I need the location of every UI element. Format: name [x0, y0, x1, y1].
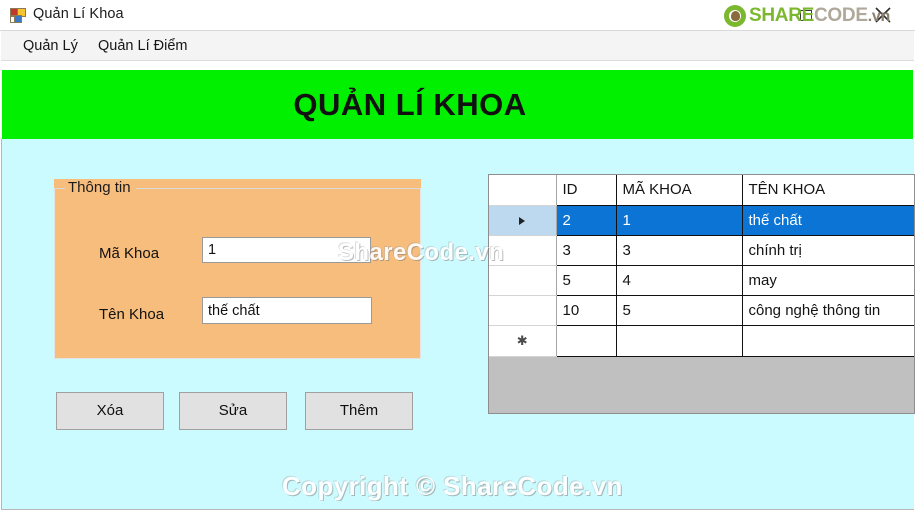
row-selector[interactable]	[489, 295, 557, 326]
ma-khoa-input[interactable]	[202, 237, 371, 263]
table-row[interactable]: 5 4 may	[489, 265, 914, 296]
column-header-id[interactable]: ID	[556, 175, 617, 206]
row-selector-new[interactable]: ✱	[489, 325, 557, 357]
page-title: QUẢN LÍ KHOA	[293, 86, 527, 122]
data-grid-body: 2 1 thế chất 3 3 chính trị 5 4 may 10 5 …	[489, 205, 914, 357]
xoa-button[interactable]: Xóa	[56, 392, 164, 430]
maximize-icon[interactable]	[800, 10, 812, 21]
menu-item-quan-li-diem[interactable]: Quản Lí Điểm	[94, 37, 191, 55]
groupbox-legend: Thông tin	[65, 179, 136, 196]
groupbox-border	[54, 188, 421, 359]
cell-ma-khoa[interactable]: 1	[616, 205, 743, 236]
form-client-area: Thông tin Mã Khoa Tên Khoa Xóa Sửa Thêm …	[1, 139, 915, 510]
thong-tin-groupbox: Thông tin Mã Khoa Tên Khoa	[54, 179, 421, 359]
vb-form-icon	[10, 8, 26, 23]
cell-ten-khoa[interactable]: thế chất	[742, 205, 914, 236]
cell-id[interactable]: 2	[556, 205, 617, 236]
column-header-selector	[489, 175, 557, 206]
sua-button[interactable]: Sửa	[179, 392, 287, 430]
cell-ten-khoa[interactable]: chính trị	[742, 235, 914, 266]
title-bar: Quản Lí Khoa SHARECODE.vn	[0, 0, 915, 31]
cell-ten-khoa[interactable]: may	[742, 265, 914, 296]
ten-khoa-input[interactable]	[202, 297, 372, 324]
data-grid-header-row: ID MÃ KHOA TÊN KHOA	[489, 175, 914, 206]
cell-id[interactable]	[556, 325, 617, 357]
table-row[interactable]: 3 3 chính trị	[489, 235, 914, 266]
cell-ma-khoa[interactable]: 3	[616, 235, 743, 266]
cell-id[interactable]: 10	[556, 295, 617, 326]
table-row[interactable]: 2 1 thế chất	[489, 205, 914, 236]
row-selector[interactable]	[489, 265, 557, 296]
them-button[interactable]: Thêm	[305, 392, 413, 430]
menu-item-quan-ly[interactable]: Quản Lý	[19, 37, 82, 55]
cell-ma-khoa[interactable]: 5	[616, 295, 743, 326]
cell-ten-khoa[interactable]	[742, 325, 914, 357]
column-header-ten-khoa[interactable]: TÊN KHOA	[742, 175, 914, 206]
cell-ma-khoa[interactable]: 4	[616, 265, 743, 296]
row-selector-current[interactable]	[489, 205, 557, 236]
sharecode-leaf-logo-icon	[724, 5, 746, 27]
label-ten-khoa: Tên Khoa	[99, 306, 165, 323]
menu-bar: Quản Lý Quản Lí Điểm	[1, 31, 914, 61]
page-banner: QUẢN LÍ KHOA	[2, 70, 913, 139]
table-row-new[interactable]: ✱	[489, 325, 914, 357]
cell-ten-khoa[interactable]: công nghệ thông tin	[742, 295, 914, 326]
row-selector[interactable]	[489, 235, 557, 266]
cell-id[interactable]: 3	[556, 235, 617, 266]
table-row[interactable]: 10 5 công nghệ thông tin	[489, 295, 914, 326]
application-window: Quản Lí Khoa SHARECODE.vn Quản Lý Quản L…	[0, 0, 915, 511]
data-grid-table: ID MÃ KHOA TÊN KHOA 2 1 thế chất 3 3 chí…	[489, 175, 914, 357]
khoa-data-grid[interactable]: ID MÃ KHOA TÊN KHOA 2 1 thế chất 3 3 chí…	[488, 174, 915, 414]
cell-ma-khoa[interactable]	[616, 325, 743, 357]
column-header-ma-khoa[interactable]: MÃ KHOA	[616, 175, 743, 206]
cell-id[interactable]: 5	[556, 265, 617, 296]
close-icon[interactable]	[872, 4, 894, 26]
label-ma-khoa: Mã Khoa	[99, 245, 160, 262]
logo-text-code: CODE	[814, 5, 868, 26]
window-title: Quản Lí Khoa	[33, 6, 124, 22]
